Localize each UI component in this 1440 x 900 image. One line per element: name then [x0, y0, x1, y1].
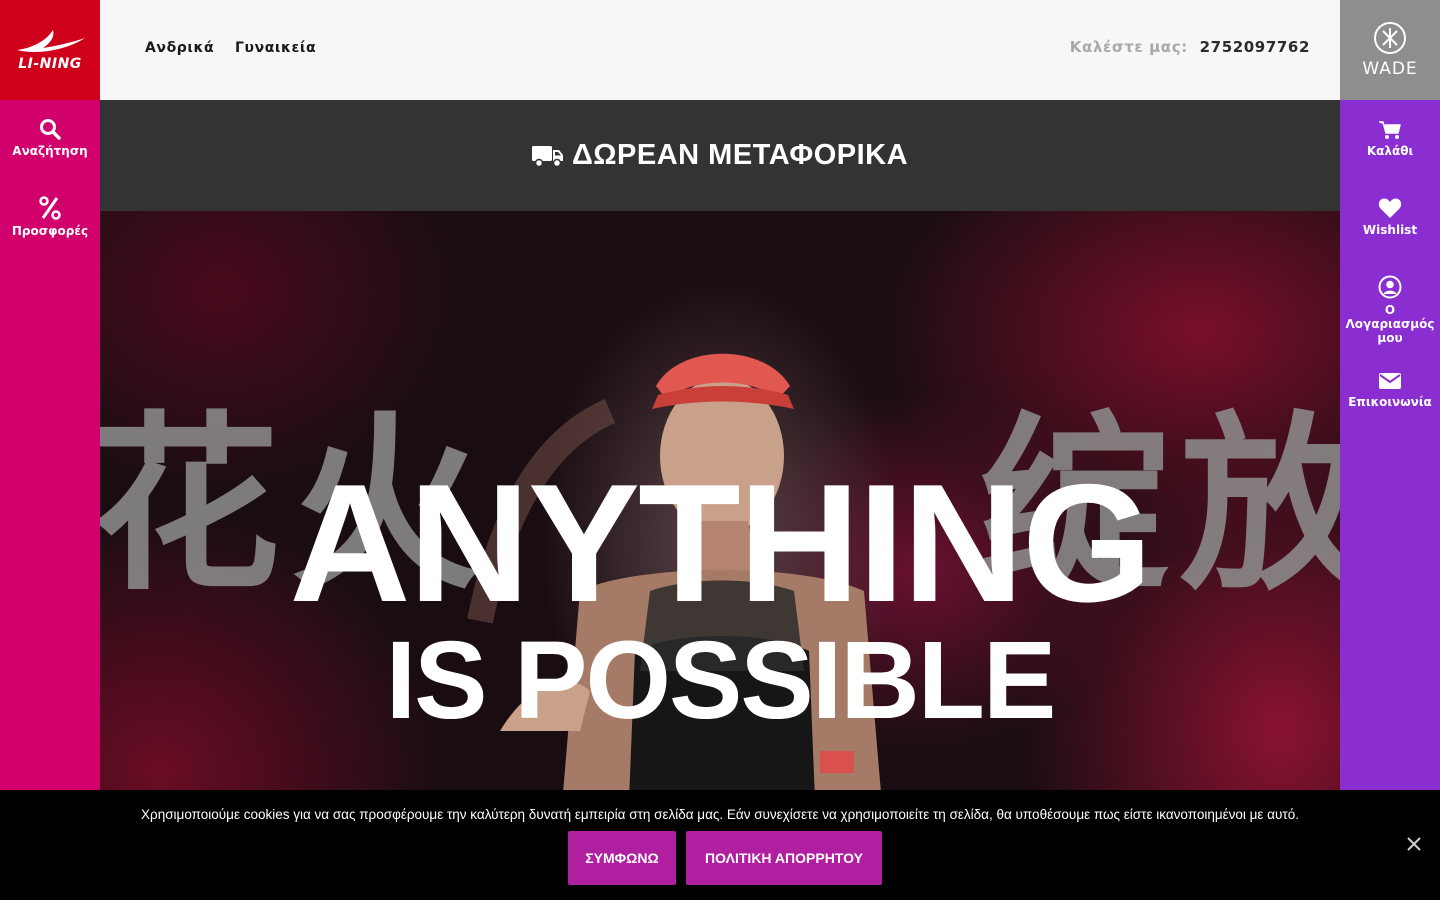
user-icon — [1378, 275, 1402, 299]
right-sidebar: Καλάθι Wishlist Ο Λογαριασμός μου Επικοι… — [1340, 100, 1440, 900]
sidebar-item-label: Καλάθι — [1366, 144, 1414, 158]
sidebar-item-label: Επικοινωνία — [1348, 395, 1432, 409]
sidebar-item-label: Ο Λογαριασμός μου — [1345, 303, 1435, 345]
sidebar-item-cart[interactable]: Καλάθι — [1340, 120, 1440, 158]
logo-text: LI-NING — [18, 56, 82, 72]
sidebar-item-wishlist[interactable]: Wishlist — [1340, 197, 1440, 237]
hero-headline: ANYTHING — [289, 449, 1152, 637]
sidebar-item-label: Προσφορές — [11, 224, 89, 238]
wade-label: WADE — [1362, 59, 1418, 79]
sidebar-item-offers[interactable]: Προσφορές — [0, 196, 100, 238]
hero-subheadline: IS POSSIBLE — [385, 619, 1057, 742]
close-icon[interactable] — [1406, 836, 1422, 852]
top-header: Ανδρικά Γυναικεία Καλέστε μας: 275209776… — [100, 0, 1340, 100]
sidebar-item-search[interactable]: Αναζήτηση — [0, 118, 100, 158]
phone-label: Καλέστε μας: — [1069, 38, 1188, 56]
percent-icon — [39, 196, 61, 220]
heart-icon — [1378, 198, 1402, 218]
nav-link-women[interactable]: Γυναικεία — [235, 40, 316, 56]
nav-link-men[interactable]: Ανδρικά — [145, 40, 214, 56]
sidebar-item-label: Wishlist — [1362, 223, 1418, 237]
privacy-policy-button[interactable]: ΠΟΛΙΤΙΚΗ ΑΠΟΡΡΗΤΟΥ — [686, 831, 882, 885]
brand-logo[interactable]: LI-NING — [0, 0, 100, 100]
left-sidebar: Αναζήτηση Προσφορές — [0, 100, 100, 900]
sidebar-item-label: Αναζήτηση — [12, 144, 88, 158]
li-ning-swoosh-icon — [17, 30, 85, 52]
cart-icon — [1379, 121, 1401, 139]
sidebar-item-account[interactable]: Ο Λογαριασμός μου — [1340, 275, 1440, 345]
phone-number[interactable]: 2752097762 — [1200, 38, 1310, 56]
wade-emblem-icon — [1374, 22, 1406, 54]
wade-brand-link[interactable]: WADE — [1340, 0, 1440, 100]
free-shipping-title: ΔΩΡΕΑΝ ΜΕΤΑΦΟΡΙΚΑ — [571, 139, 909, 171]
envelope-icon — [1379, 373, 1401, 389]
cookie-accept-button[interactable]: ΣΥΜΦΩΝΩ — [568, 831, 676, 885]
cookie-consent-bar: Χρησιμοποιούμε cookies για να σας προσφέ… — [0, 790, 1440, 900]
free-shipping-banner: ΔΩΡΕΑΝ ΜΕΤΑΦΟΡΙΚΑ — [100, 100, 1340, 211]
truck-icon — [531, 145, 563, 167]
phone-contact: Καλέστε μας: 2752097762 — [1070, 38, 1310, 56]
cookie-notice-text: Χρησιμοποιούμε cookies για να σας προσφέ… — [141, 807, 1299, 822]
search-icon — [40, 119, 61, 140]
sidebar-item-contact[interactable]: Επικοινωνία — [1340, 371, 1440, 409]
